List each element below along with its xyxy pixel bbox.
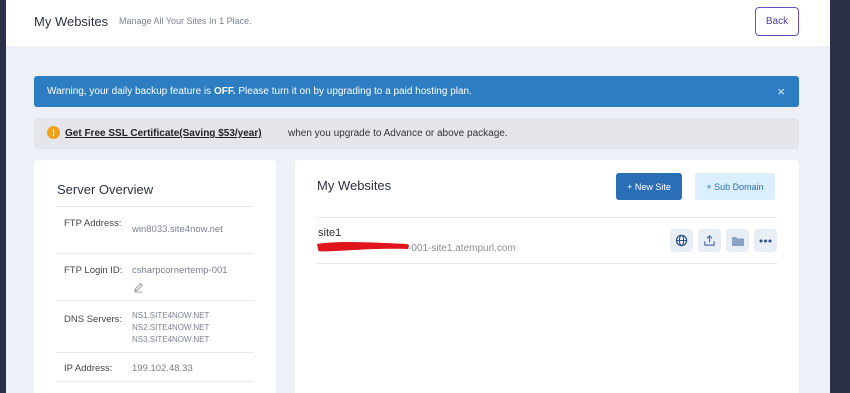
ftp-login-row: FTP Login ID: csharpcornertemp-001 xyxy=(56,253,254,300)
site-url-text: -001-site1.atempurl.com xyxy=(408,243,516,254)
my-websites-card: My Websites + New Site + Sub Domain site… xyxy=(295,160,799,393)
dns-servers-row: DNS Servers: NS1.SITE4NOW.NET NS2.SITE4N… xyxy=(56,300,254,352)
websites-card-title: My Websites xyxy=(317,178,392,193)
ip-address-value: 199.102.48.33 xyxy=(132,363,193,374)
ssl-offer-link[interactable]: Get Free SSL Certificate(Saving $53/year… xyxy=(65,128,262,139)
ftp-login-value: csharpcornertemp-001 xyxy=(132,265,228,276)
more-options-button[interactable] xyxy=(754,229,777,252)
divider xyxy=(317,217,777,218)
warning-suffix: Please turn it on by upgrading to a paid… xyxy=(235,86,472,97)
window-edge xyxy=(830,0,850,393)
ftp-address-label: FTP Address: xyxy=(64,218,122,229)
ip-address-row: IP Address: 199.102.48.33 xyxy=(56,352,254,382)
sub-domain-button[interactable]: + Sub Domain xyxy=(695,173,775,200)
warning-text: Warning, your daily backup feature is OF… xyxy=(47,86,472,97)
divider xyxy=(317,263,777,264)
file-manager-button[interactable] xyxy=(726,229,749,252)
page-header: My Websites Manage All Your Sites In 1 P… xyxy=(6,0,830,46)
ssl-offer-banner: ! Get Free SSL Certificate(Saving $53/ye… xyxy=(34,118,799,149)
dns-server-3: NS3.SITE4NOW.NET xyxy=(132,335,210,344)
warning-status: OFF. xyxy=(213,86,236,97)
new-site-button[interactable]: + New Site xyxy=(616,173,682,200)
dns-servers-label: DNS Servers: xyxy=(64,314,123,325)
folder-icon xyxy=(731,236,744,246)
ip-address-label: IP Address: xyxy=(64,363,113,374)
page-subtitle: Manage All Your Sites In 1 Place. xyxy=(119,16,252,26)
upload-button[interactable] xyxy=(698,229,721,252)
page: My Websites Manage All Your Sites In 1 P… xyxy=(6,0,830,393)
ftp-login-label: FTP Login ID: xyxy=(64,265,123,276)
server-overview-title: Server Overview xyxy=(57,182,154,197)
upload-icon xyxy=(704,235,715,246)
edit-icon[interactable] xyxy=(133,282,144,293)
server-overview-card: Server Overview FTP Address: win8033.sit… xyxy=(34,160,276,393)
more-icon xyxy=(759,239,772,242)
dns-server-1: NS1.SITE4NOW.NET xyxy=(132,311,210,320)
dns-server-2: NS2.SITE4NOW.NET xyxy=(132,323,210,332)
browse-site-button[interactable] xyxy=(670,229,693,252)
ftp-address-value: win8033.site4now.net xyxy=(132,224,223,235)
globe-icon xyxy=(675,234,688,247)
close-icon[interactable]: × xyxy=(777,84,785,99)
backup-warning-banner: Warning, your daily backup feature is OF… xyxy=(34,76,799,107)
warning-icon: ! xyxy=(47,126,60,139)
ftp-address-row: FTP Address: win8033.site4now.net xyxy=(56,206,254,253)
back-button[interactable]: Back xyxy=(755,7,799,36)
redaction-mark xyxy=(317,242,409,252)
page-title: My Websites xyxy=(34,14,109,29)
warning-prefix: Warning, your daily backup feature is xyxy=(47,86,214,97)
ssl-offer-text: when you upgrade to Advance or above pac… xyxy=(288,128,508,139)
dns-servers-values: NS1.SITE4NOW.NET NS2.SITE4NOW.NET NS3.SI… xyxy=(132,310,209,346)
